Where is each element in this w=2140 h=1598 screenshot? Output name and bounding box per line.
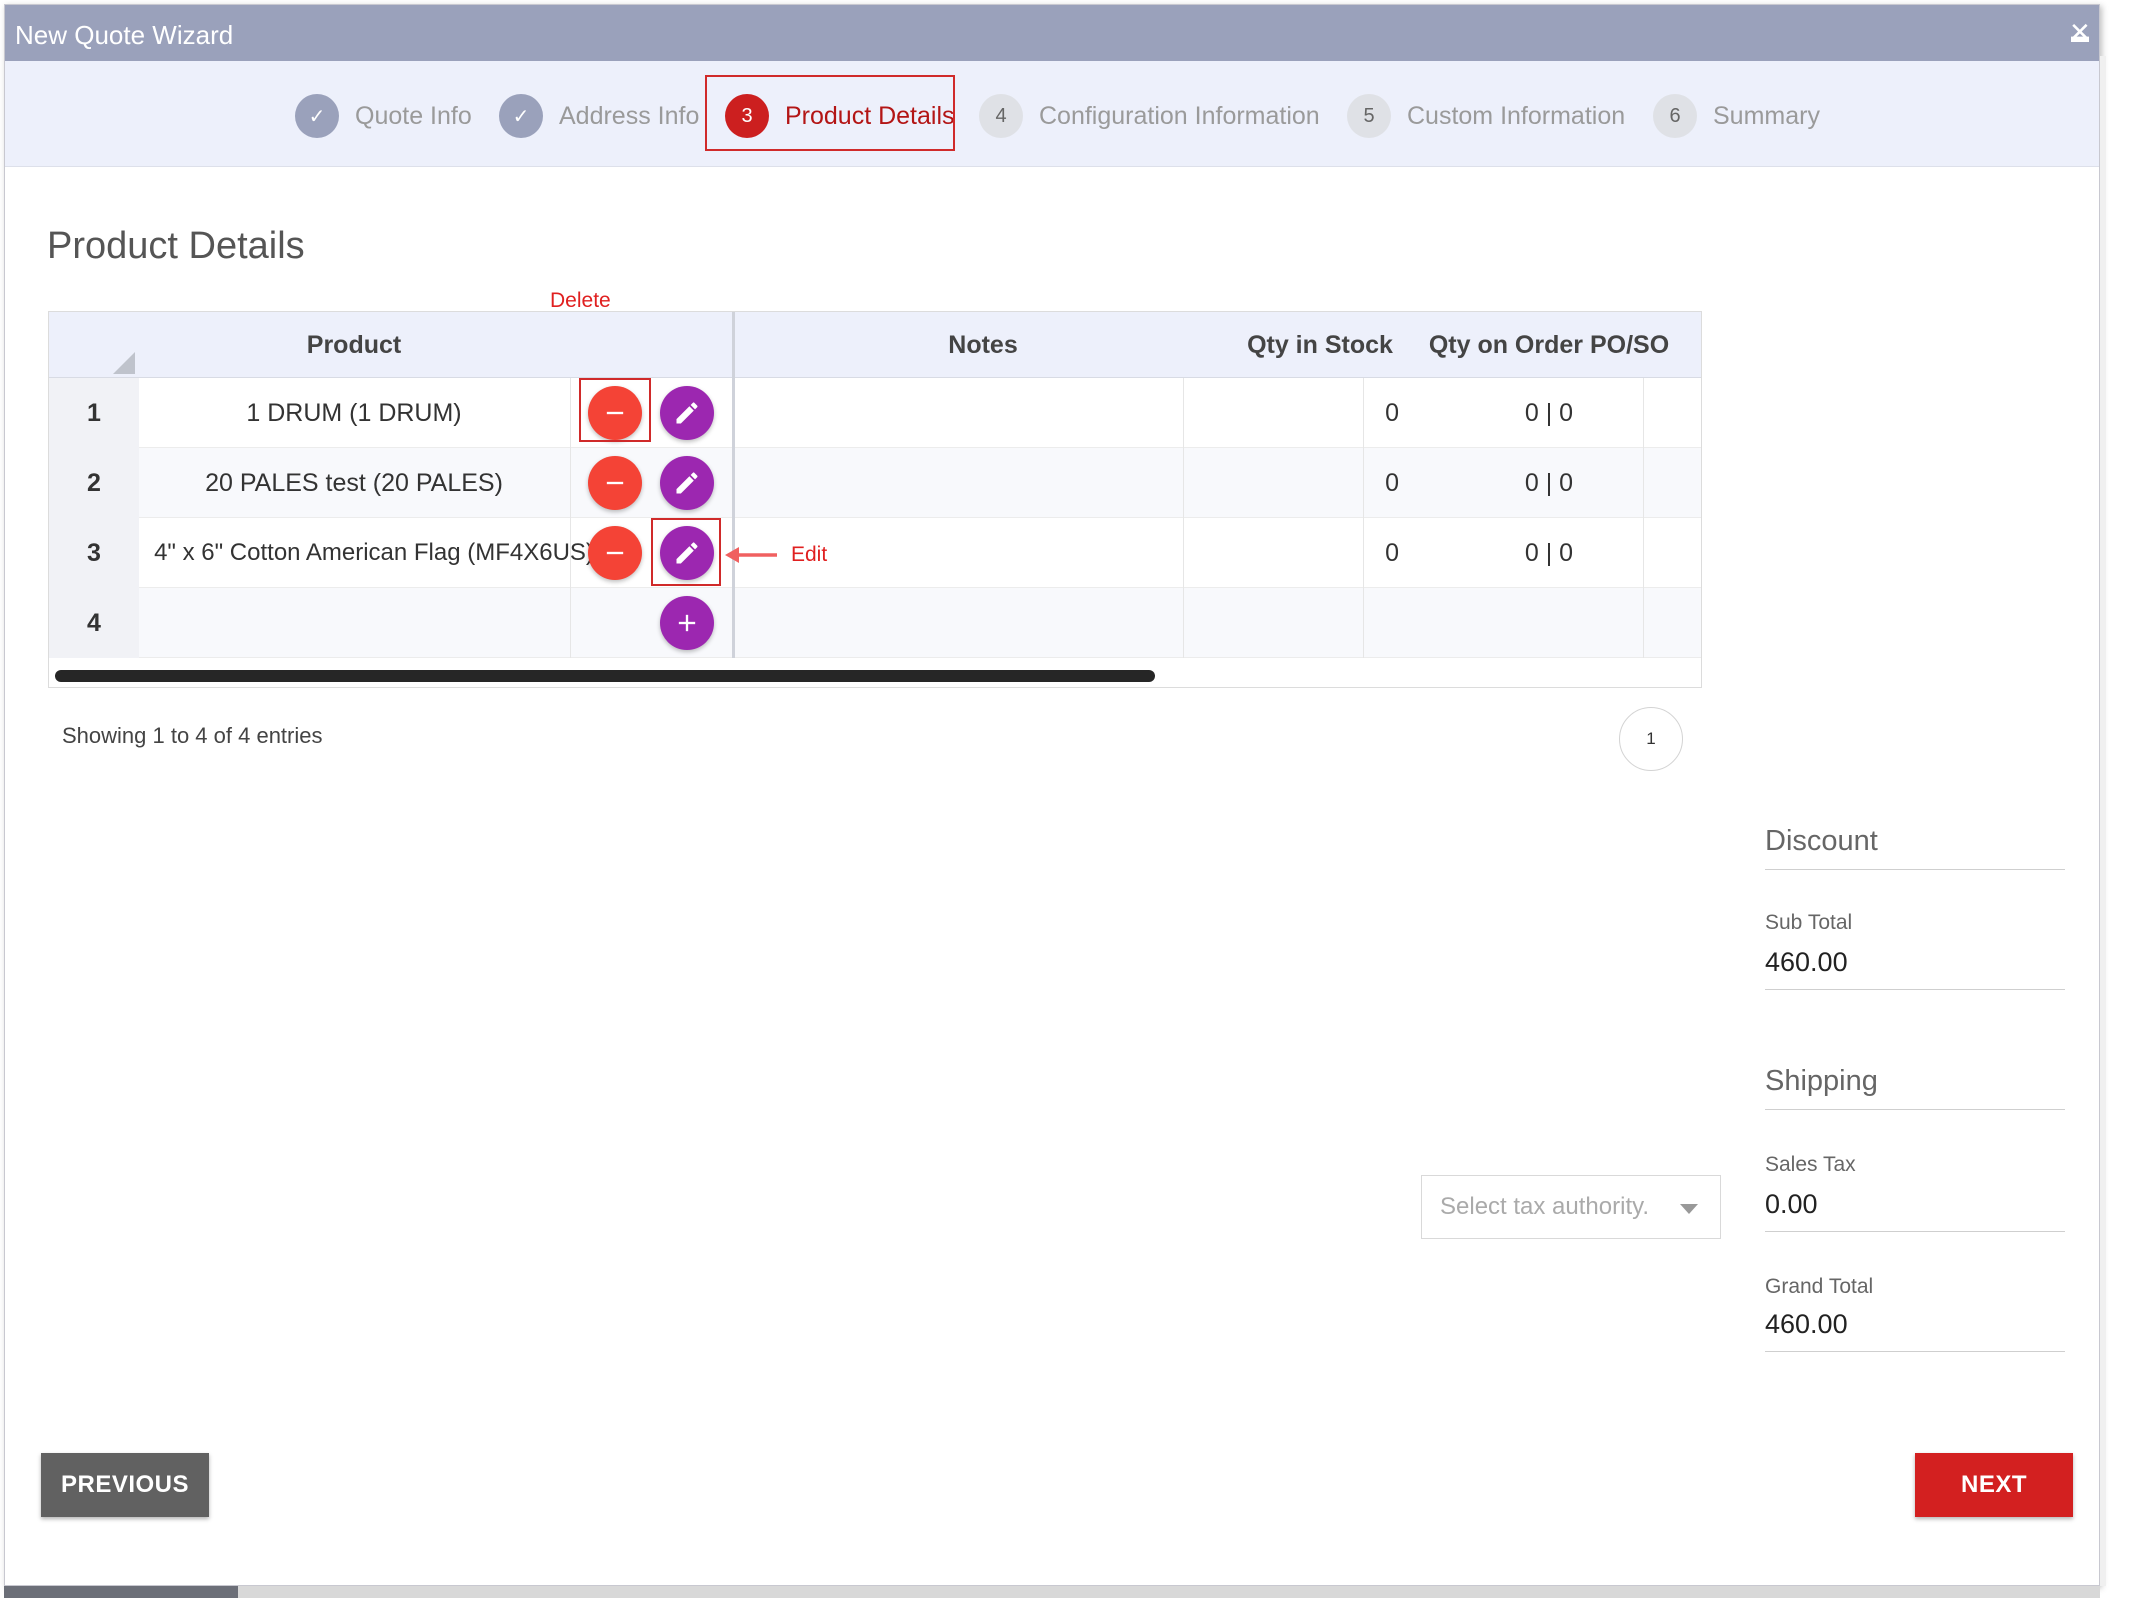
qty-on-order-cell: 0 | 0 (1524, 468, 1574, 497)
step-label: Address Info (559, 101, 700, 130)
check-icon: ✓ (499, 94, 543, 138)
column-header-qty-in-stock[interactable]: Qty in Stock (1231, 312, 1409, 378)
edit-row-button[interactable] (660, 456, 714, 510)
edit-annotation: Edit (791, 543, 828, 566)
column-header-product[interactable]: Product (139, 312, 569, 378)
table-row[interactable]: 1 1 DRUM (1 DRUM) 0 0 | 0 (49, 378, 1701, 448)
edit-arrow-icon (725, 547, 777, 563)
plus-icon (678, 614, 696, 632)
step-custom-information[interactable]: 5 Custom Information (1347, 91, 1625, 141)
subtotal-label: Sub Total (1765, 911, 1853, 934)
table-row[interactable]: 4 (49, 588, 1701, 658)
step-label: Summary (1713, 101, 1820, 130)
pencil-icon (676, 472, 698, 494)
notes-cell[interactable] (735, 448, 1231, 518)
check-icon: ✓ (295, 94, 339, 138)
column-divider (1643, 378, 1644, 658)
step-number: 4 (979, 94, 1023, 138)
column-divider (1183, 378, 1184, 658)
frozen-column-border (732, 312, 735, 658)
column-divider (1363, 378, 1364, 658)
qty-on-order-cell: 0 | 0 (1524, 538, 1574, 567)
edit-highlight (651, 518, 721, 586)
delete-row-button[interactable] (588, 526, 642, 580)
minus-icon (606, 481, 624, 485)
step-address-info[interactable]: ✓ Address Info (499, 91, 699, 141)
sales-tax-label: Sales Tax (1765, 1153, 1856, 1176)
close-icon[interactable]: ✕ (2069, 19, 2091, 45)
delete-annotation: Delete (550, 289, 611, 312)
page-title: Product Details (47, 225, 305, 267)
step-number: 5 (1347, 94, 1391, 138)
wizard-stepper: ✓ Quote Info ✓ Address Info 3 Product De… (5, 61, 2099, 167)
next-button[interactable]: NEXT (1915, 1453, 2073, 1517)
product-cell[interactable]: 20 PALES test (20 PALES) (139, 448, 569, 518)
grid-header: Product Notes Qty in Stock Qty on Order … (49, 312, 1701, 378)
page-1-button[interactable]: 1 (1619, 707, 1683, 771)
background-strip (2100, 56, 2106, 1586)
column-header-qty-on-order[interactable]: Qty on Order PO/SO (1409, 312, 1689, 378)
minus-icon (606, 551, 624, 555)
step-label: Configuration Information (1039, 101, 1320, 130)
grand-total-label: Grand Total (1765, 1275, 1874, 1298)
divider (1765, 1351, 2065, 1352)
column-divider (570, 378, 571, 658)
step-quote-info[interactable]: ✓ Quote Info (295, 91, 472, 141)
chevron-down-icon (1680, 1204, 1698, 1214)
row-number: 4 (49, 588, 139, 658)
row-number: 1 (49, 378, 139, 448)
qty-in-stock-cell (1231, 588, 1409, 658)
window-title: New Quote Wizard (15, 20, 234, 50)
delete-highlight (579, 378, 651, 442)
product-cell[interactable]: 1 DRUM (1 DRUM) (139, 378, 569, 448)
product-cell[interactable]: 4" x 6" Cotton American Flag (MF4X6US) (139, 518, 609, 588)
subtotal-value: 460.00 (1765, 947, 1848, 977)
qty-in-stock-cell: 0 (1385, 538, 1399, 567)
tax-authority-placeholder: Select tax authority. (1440, 1193, 1649, 1220)
product-cell[interactable] (139, 588, 569, 658)
title-bar: New Quote Wizard ▬ ✕ (5, 5, 2099, 61)
previous-button[interactable]: PREVIOUS (41, 1453, 209, 1517)
horizontal-scrollbar[interactable] (55, 670, 1155, 682)
taskbar-segment (4, 1586, 238, 1598)
step-label: Quote Info (355, 101, 472, 130)
divider (1765, 989, 2065, 990)
row-number: 3 (49, 518, 139, 588)
qty-on-order-cell: 0 | 0 (1524, 398, 1574, 427)
notes-cell[interactable] (735, 588, 1231, 658)
shipping-label[interactable]: Shipping (1765, 1065, 1878, 1098)
active-step-highlight (705, 75, 955, 151)
select-all-corner[interactable] (113, 352, 135, 374)
step-number: 6 (1653, 94, 1697, 138)
divider (1765, 1231, 2065, 1232)
divider (1765, 869, 2065, 870)
table-row[interactable]: 3 4" x 6" Cotton American Flag (MF4X6US)… (49, 518, 1701, 588)
grand-total-value: 460.00 (1765, 1309, 1848, 1339)
step-configuration-information[interactable]: 4 Configuration Information (979, 91, 1320, 141)
notes-cell[interactable] (735, 378, 1231, 448)
background-taskbar (4, 1586, 2100, 1598)
step-label: Custom Information (1407, 101, 1626, 130)
products-grid: Product Notes Qty in Stock Qty on Order … (48, 311, 1702, 688)
pencil-icon (676, 402, 698, 424)
table-row[interactable]: 2 20 PALES test (20 PALES) 0 0 | 0 (49, 448, 1701, 518)
add-row-button[interactable] (660, 596, 714, 650)
qty-in-stock-cell: 0 (1385, 468, 1399, 497)
entries-info: Showing 1 to 4 of 4 entries (62, 723, 323, 748)
qty-on-order-cell (1409, 588, 1689, 658)
delete-row-button[interactable] (588, 456, 642, 510)
sales-tax-value: 0.00 (1765, 1189, 1818, 1219)
discount-label[interactable]: Discount (1765, 825, 1878, 858)
divider (1765, 1109, 2065, 1110)
edit-row-button[interactable] (660, 386, 714, 440)
column-header-notes[interactable]: Notes (735, 312, 1231, 378)
row-number: 2 (49, 448, 139, 518)
quote-wizard-window: New Quote Wizard ▬ ✕ ✓ Quote Info ✓ Addr… (4, 4, 2100, 1586)
step-summary[interactable]: 6 Summary (1653, 91, 1820, 141)
tax-authority-select[interactable]: Select tax authority. (1421, 1175, 1721, 1239)
qty-in-stock-cell: 0 (1385, 398, 1399, 427)
